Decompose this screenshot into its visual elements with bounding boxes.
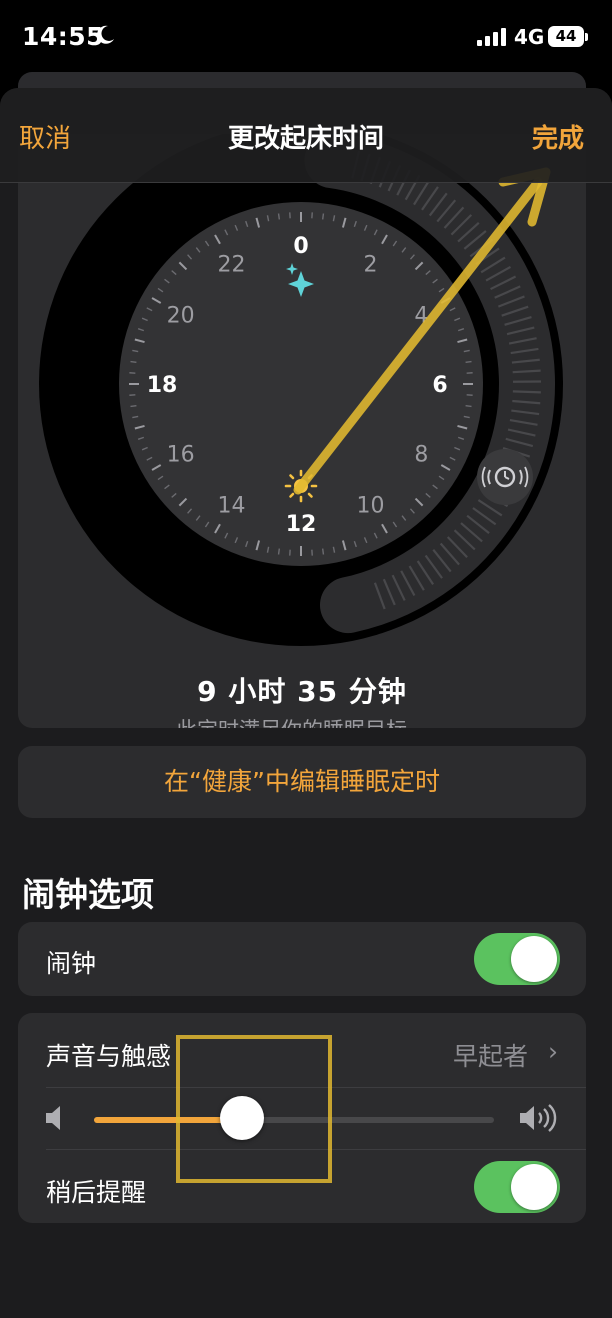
clock-hour-label: 8 <box>414 443 428 468</box>
clock-hour-label: 20 <box>167 304 195 329</box>
clock-hour-label: 14 <box>218 493 246 518</box>
sound-haptics-label[interactable]: 声音与触感 <box>46 1037 171 1073</box>
sleep-goal-note: 此定时满足你的睡眠目标。 <box>18 714 586 728</box>
clock-tick <box>321 548 325 555</box>
sleep-clock-dial[interactable]: 0 2 4 6 8 10 12 14 16 18 20 22 <box>18 134 586 664</box>
clock-hour-label: 16 <box>167 443 195 468</box>
alarm-clock-icon[interactable] <box>477 449 533 505</box>
sun-icon <box>284 469 318 503</box>
status-time: 14:55 <box>22 22 105 51</box>
annotation-highlight-box <box>176 1035 332 1183</box>
moon-icon <box>97 25 114 44</box>
clock-tick <box>130 360 137 364</box>
sleep-clock-card: 0 2 4 6 8 10 12 14 16 18 20 22 9 小时 35 分… <box>18 134 586 728</box>
edit-in-health-button[interactable]: 在“健康”中编辑睡眠定时 <box>18 746 586 818</box>
clock-hour-label: 12 <box>286 512 317 537</box>
schedule-arc-tick <box>512 390 541 394</box>
done-button[interactable]: 完成 <box>532 118 584 155</box>
schedule-arc-tick <box>512 369 541 374</box>
sleep-duration: 9 小时 35 分钟 <box>197 675 407 708</box>
volume-high-icon <box>520 1104 557 1132</box>
clock-hour-label: 2 <box>364 253 378 278</box>
clock-tick <box>277 213 281 220</box>
sound-value[interactable]: 早起者 <box>453 1037 528 1073</box>
volume-low-icon <box>46 1106 60 1130</box>
snooze-label: 稍后提醒 <box>46 1178 147 1207</box>
snooze-toggle[interactable] <box>474 1161 560 1213</box>
clock-hour-label: 0 <box>293 234 308 259</box>
clock-hour-label: 4 <box>414 304 428 329</box>
toggle-knob <box>511 936 557 982</box>
clock-tick <box>465 404 472 408</box>
alarm-options-heading: 闹钟选项 <box>22 875 154 914</box>
battery-icon: 44 <box>548 26 588 47</box>
clock-hour-label: 10 <box>357 493 385 518</box>
alarm-row: 闹钟 <box>18 922 586 996</box>
network-type: 4G <box>514 25 545 49</box>
clock-hour-label: 22 <box>218 253 246 278</box>
alarm-label: 闹钟 <box>46 949 97 978</box>
page-title: 更改起床时间 <box>227 124 384 154</box>
alarm-toggle[interactable] <box>474 933 560 985</box>
toggle-knob <box>511 1164 557 1210</box>
clock-tick <box>321 213 325 220</box>
clock-tick <box>130 404 137 408</box>
clock-tick <box>465 360 472 364</box>
clock-tick <box>277 548 281 555</box>
clock-hour-label: 18 <box>147 373 178 398</box>
nav-bar: 取消 更改起床时间 完成 <box>0 88 612 183</box>
clock-hour-label: 6 <box>432 373 447 398</box>
cellular-signal-icon <box>477 28 506 46</box>
chevron-right-icon[interactable]: › <box>548 1037 558 1066</box>
status-bar: 14:55 4G 44 <box>0 0 612 76</box>
